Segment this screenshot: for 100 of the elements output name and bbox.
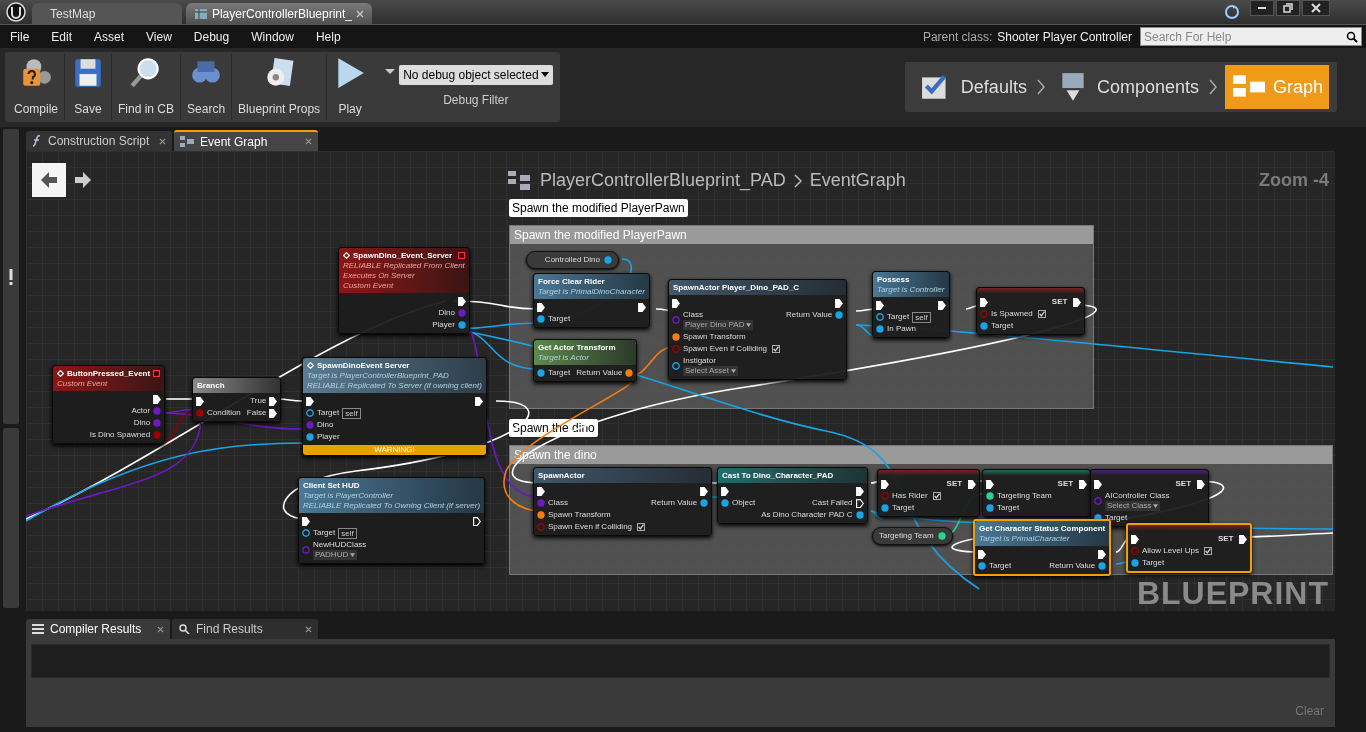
exec-pin-icon[interactable] bbox=[855, 486, 864, 496]
data-pin-outline-icon[interactable] bbox=[302, 529, 310, 537]
exec-pin-icon[interactable] bbox=[721, 486, 729, 496]
blueprint-node[interactable]: ButtonPressed_Event Custom Event Actor Dino Is Dino Spawned bbox=[52, 365, 166, 444]
exec-pin-outline-icon[interactable] bbox=[473, 516, 482, 526]
toolbar-button[interactable]: Save bbox=[64, 54, 111, 120]
blueprint-node[interactable]: SpawnDinoEvent Server Target is PlayerControllerBlueprint_PAD RELIABLE Replicated To Server (if owning client) Target self Dino Player WARNING! bbox=[302, 357, 487, 456]
exec-pin-icon[interactable] bbox=[978, 549, 986, 559]
menu-item[interactable]: Asset bbox=[94, 27, 125, 46]
toolbar-button[interactable]: Search bbox=[180, 54, 232, 120]
document-tab[interactable]: TestMap bbox=[32, 3, 182, 24]
exec-pin-icon[interactable] bbox=[1239, 534, 1248, 544]
document-tab[interactable]: PlayerControllerBlueprint_ bbox=[186, 3, 372, 24]
delegate-pin-icon[interactable] bbox=[457, 252, 465, 259]
help-search-field[interactable]: Search For Help bbox=[1140, 27, 1362, 46]
data-pin-icon[interactable] bbox=[978, 562, 986, 570]
data-pin-icon[interactable] bbox=[1131, 559, 1139, 567]
exec-pin-icon[interactable] bbox=[980, 297, 988, 307]
editor-tab[interactable]: Construction Script bbox=[26, 131, 172, 151]
forward-arrow-icon[interactable] bbox=[74, 171, 92, 189]
close-icon[interactable] bbox=[157, 625, 164, 633]
data-pin-icon[interactable] bbox=[721, 499, 729, 507]
blueprint-node[interactable]: SpawnActor Class Spawn Transform Spawn Even if Colliding Return Value bbox=[533, 467, 713, 536]
data-pin-icon[interactable] bbox=[986, 492, 994, 500]
data-pin-outline-icon[interactable] bbox=[306, 409, 314, 417]
data-pin-icon[interactable] bbox=[604, 256, 612, 264]
panel-tab[interactable]: Find Results bbox=[172, 619, 318, 639]
exec-pin-icon[interactable] bbox=[537, 302, 545, 312]
pin-dropdown[interactable]: Player Dino PAD bbox=[683, 320, 754, 330]
exec-pin-icon[interactable] bbox=[1079, 479, 1088, 489]
mode-button[interactable]: Components bbox=[1052, 65, 1201, 109]
blueprint-node[interactable]: Force Clear Rider Target is PrimalDinoCharacter Target bbox=[533, 273, 650, 328]
data-pin-icon[interactable] bbox=[700, 499, 709, 507]
logo-icon[interactable] bbox=[6, 2, 26, 22]
debug-object-dropdown[interactable]: No debug object selected bbox=[399, 65, 553, 85]
variable-node[interactable]: Targeting Team bbox=[872, 527, 953, 545]
data-pin-icon[interactable] bbox=[537, 511, 545, 519]
blueprint-node[interactable]: Possess Target is Controller Target self In Pawn bbox=[872, 271, 950, 338]
exec-pin-icon[interactable] bbox=[474, 396, 483, 406]
mode-button[interactable]: Defaults bbox=[916, 65, 1029, 109]
exec-pin-icon[interactable] bbox=[1131, 534, 1139, 544]
data-pin-icon[interactable] bbox=[672, 333, 680, 341]
pin-checkbox[interactable] bbox=[932, 492, 941, 500]
data-pin-icon[interactable] bbox=[537, 315, 545, 323]
exec-pin-icon[interactable] bbox=[153, 394, 162, 404]
blueprint-node[interactable]: Has Rider Target SET bbox=[877, 469, 981, 517]
blueprint-node[interactable]: Is Spawned Target SET bbox=[976, 287, 1086, 335]
pin-value-field[interactable]: self bbox=[342, 407, 361, 419]
exec-pin-icon[interactable] bbox=[457, 296, 466, 306]
data-pin-icon[interactable] bbox=[986, 504, 994, 512]
blueprint-node[interactable]: AIController Class Select Class Target SET bbox=[1090, 469, 1210, 527]
toolbar-button[interactable]: Play bbox=[326, 54, 374, 120]
close-icon[interactable] bbox=[159, 137, 166, 145]
minimize-button[interactable] bbox=[1250, 0, 1274, 16]
blueprint-node[interactable]: Targeting Team Target SET bbox=[982, 469, 1092, 517]
exec-pin-icon[interactable] bbox=[876, 300, 884, 310]
exec-pin-icon[interactable] bbox=[672, 298, 680, 308]
close-icon[interactable] bbox=[305, 625, 312, 633]
exec-pin-icon[interactable] bbox=[1098, 549, 1107, 559]
blueprint-node[interactable]: Allow Level Ups Target SET bbox=[1126, 523, 1253, 573]
blueprint-node[interactable]: Branch Condition True False bbox=[192, 377, 282, 422]
exec-pin-icon[interactable] bbox=[881, 479, 889, 489]
editor-tab[interactable]: Event Graph bbox=[174, 130, 318, 151]
close-icon[interactable] bbox=[356, 9, 364, 18]
data-pin-icon[interactable] bbox=[881, 504, 889, 512]
breadcrumb-link[interactable]: PlayerControllerBlueprint_PAD bbox=[540, 167, 786, 194]
exec-pin-icon[interactable] bbox=[835, 298, 844, 308]
exec-pin-icon[interactable] bbox=[938, 300, 946, 310]
exec-pin-icon[interactable] bbox=[269, 396, 278, 406]
exec-pin-icon[interactable] bbox=[637, 302, 646, 312]
toolbar-button[interactable]: Blueprint Props bbox=[231, 54, 327, 120]
exec-pin-icon[interactable] bbox=[968, 479, 977, 489]
data-pin-icon[interactable] bbox=[457, 321, 466, 329]
exec-pin-icon[interactable] bbox=[1197, 479, 1206, 489]
close-icon[interactable] bbox=[305, 138, 312, 145]
blueprint-node[interactable]: Cast To Dino_Character_PAD Object Cast Failed As Dino Character PAD C bbox=[717, 467, 868, 524]
data-pin-icon[interactable] bbox=[537, 369, 545, 377]
menu-item[interactable]: Edit bbox=[51, 27, 73, 46]
menu-item[interactable]: File bbox=[10, 27, 30, 46]
data-pin-outline-icon[interactable] bbox=[672, 362, 680, 370]
exec-pin-icon[interactable] bbox=[1094, 479, 1102, 489]
variable-node[interactable]: Controlled Dino bbox=[526, 251, 619, 269]
close-button[interactable] bbox=[1302, 0, 1330, 16]
pin-checkbox[interactable] bbox=[772, 345, 781, 353]
caret-icon[interactable] bbox=[385, 69, 396, 75]
data-pin-icon[interactable] bbox=[980, 322, 988, 330]
pin-checkbox[interactable] bbox=[1037, 310, 1046, 318]
restore-button[interactable] bbox=[1276, 0, 1300, 16]
data-pin-outline-icon[interactable] bbox=[876, 313, 884, 321]
blueprint-node[interactable]: Get Actor Transform Target is Actor Target Return Value bbox=[533, 339, 638, 382]
blueprint-node[interactable]: Get Character Status Component Target is PrimalCharacter Target Return Value bbox=[973, 519, 1112, 576]
exec-pin-icon[interactable] bbox=[196, 396, 204, 406]
back-button[interactable] bbox=[32, 163, 66, 197]
exec-pin-icon[interactable] bbox=[537, 486, 545, 496]
panel-tab[interactable]: Compiler Results bbox=[26, 619, 170, 639]
pin-checkbox[interactable] bbox=[1203, 547, 1212, 555]
exec-pin-outline-icon[interactable] bbox=[855, 498, 864, 508]
exec-pin-icon[interactable] bbox=[269, 408, 278, 418]
data-pin-icon[interactable] bbox=[306, 433, 314, 441]
pin-value-field[interactable]: self bbox=[338, 527, 357, 539]
